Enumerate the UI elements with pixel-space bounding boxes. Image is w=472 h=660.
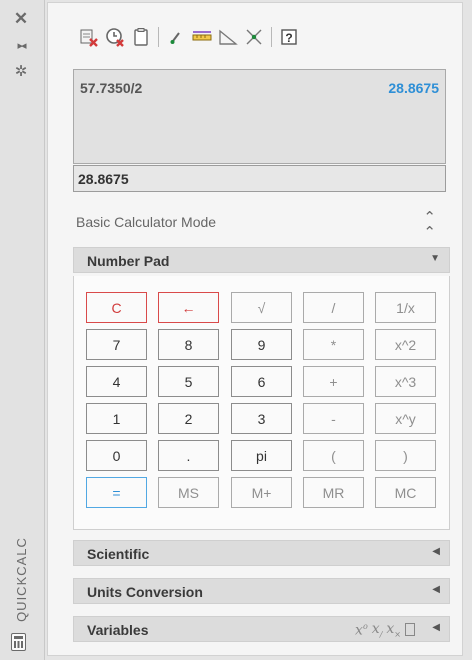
key-2[interactable]: 2 xyxy=(158,403,219,434)
key-backspace[interactable]: ← xyxy=(158,292,219,323)
key-9[interactable]: 9 xyxy=(231,329,292,360)
collapse-chevron-icon[interactable]: ⌃ ⌃ xyxy=(423,210,436,240)
chevron-left-icon: ◀ xyxy=(432,546,440,557)
key-square[interactable]: x^2 xyxy=(375,329,436,360)
key-multiply[interactable]: * xyxy=(303,329,364,360)
key-memory-add[interactable]: M+ xyxy=(231,477,292,508)
get-coordinates-icon[interactable] xyxy=(165,26,187,48)
key-subtract[interactable]: - xyxy=(303,403,364,434)
key-power[interactable]: x^y xyxy=(375,403,436,434)
close-icon[interactable]: ✕ xyxy=(11,9,31,28)
units-conversion-header[interactable]: Units Conversion ◀ xyxy=(73,578,450,604)
toolbar-separator xyxy=(158,27,159,47)
quickcalc-panel: ? 57.7350/2 28.8675 Basic Calculator Mod… xyxy=(47,2,463,656)
key-3[interactable]: 3 xyxy=(231,403,292,434)
variables-header[interactable]: Variables xo x∕ x× ◀ xyxy=(73,616,450,642)
palette-title: QUICKCALC xyxy=(13,536,29,622)
toolbar-separator xyxy=(271,27,272,47)
history-result[interactable]: 28.8675 xyxy=(388,80,439,96)
key-6[interactable]: 6 xyxy=(231,366,292,397)
number-pad-header[interactable]: Number Pad ▼ xyxy=(73,247,450,273)
distance-icon[interactable] xyxy=(191,26,213,48)
key-0[interactable]: 0 xyxy=(86,440,147,471)
mode-label[interactable]: Basic Calculator Mode xyxy=(76,214,216,230)
key-clear[interactable]: C xyxy=(86,292,147,323)
calculator-icon xyxy=(11,633,26,651)
intersection-icon[interactable] xyxy=(243,26,265,48)
scientific-label: Scientific xyxy=(87,546,150,562)
key-open-paren[interactable]: ( xyxy=(303,440,364,471)
history-area[interactable]: 57.7350/2 28.8675 xyxy=(73,69,446,164)
auto-hide-icon[interactable]: ▸◂ xyxy=(11,36,31,54)
variables-toolbar: xo x∕ x× xyxy=(355,621,415,639)
units-conversion-label: Units Conversion xyxy=(87,584,203,600)
key-5[interactable]: 5 xyxy=(158,366,219,397)
calculator-variable-icon[interactable] xyxy=(405,623,415,637)
chevron-left-icon: ◀ xyxy=(432,622,440,633)
scientific-header[interactable]: Scientific ◀ xyxy=(73,540,450,566)
history-expression[interactable]: 57.7350/2 xyxy=(80,80,142,96)
key-8[interactable]: 8 xyxy=(158,329,219,360)
svg-text:?: ? xyxy=(285,31,292,45)
delete-variable-icon[interactable]: x× xyxy=(386,621,401,639)
number-pad: C ← √ / 1/x 7 8 9 * x^2 4 5 6 + x^3 1 2 … xyxy=(73,276,450,530)
chevron-left-icon: ◀ xyxy=(432,584,440,595)
new-variable-icon[interactable]: xo xyxy=(355,622,368,639)
key-memory-store[interactable]: MS xyxy=(158,477,219,508)
key-4[interactable]: 4 xyxy=(86,366,147,397)
key-decimal[interactable]: . xyxy=(158,440,219,471)
key-close-paren[interactable]: ) xyxy=(375,440,436,471)
key-add[interactable]: + xyxy=(303,366,364,397)
chevron-down-icon: ▼ xyxy=(430,253,440,264)
key-divide[interactable]: / xyxy=(303,292,364,323)
edit-variable-icon[interactable]: x∕ xyxy=(372,621,383,639)
clear-icon[interactable] xyxy=(78,26,100,48)
key-memory-recall[interactable]: MR xyxy=(303,477,364,508)
key-sqrt[interactable]: √ xyxy=(231,292,292,323)
key-memory-clear[interactable]: MC xyxy=(375,477,436,508)
key-equals[interactable]: = xyxy=(86,477,147,508)
angle-icon[interactable] xyxy=(217,26,239,48)
key-reciprocal[interactable]: 1/x xyxy=(375,292,436,323)
key-pi[interactable]: pi xyxy=(231,440,292,471)
variables-label: Variables xyxy=(87,622,149,638)
help-icon[interactable]: ? xyxy=(278,26,300,48)
number-pad-label: Number Pad xyxy=(87,253,170,269)
key-cube[interactable]: x^3 xyxy=(375,366,436,397)
clear-history-icon[interactable] xyxy=(104,26,126,48)
key-1[interactable]: 1 xyxy=(86,403,147,434)
properties-icon[interactable]: ✲ xyxy=(11,62,31,80)
toolbar: ? xyxy=(78,25,304,49)
key-7[interactable]: 7 xyxy=(86,329,147,360)
palette-title-strip: ✕ ▸◂ ✲ QUICKCALC xyxy=(0,0,45,660)
paste-icon[interactable] xyxy=(130,26,152,48)
expression-input[interactable] xyxy=(73,165,446,192)
